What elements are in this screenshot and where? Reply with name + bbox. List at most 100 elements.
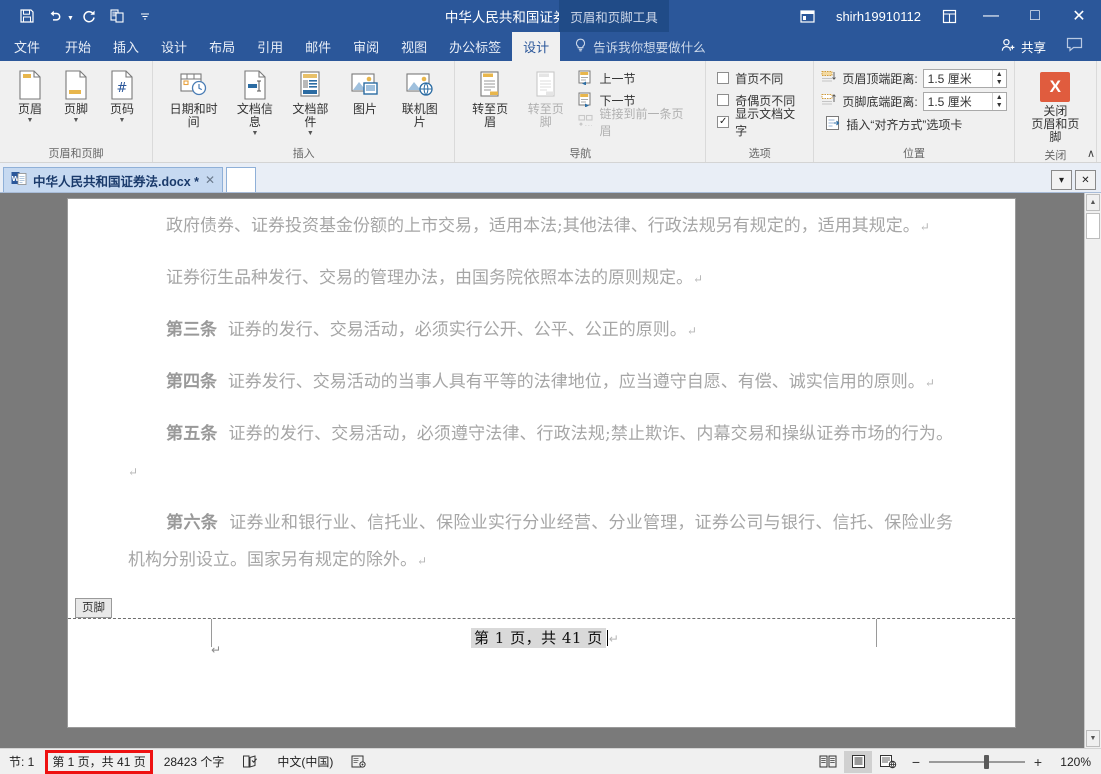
online-pictures-button[interactable]: 联机图片 (392, 65, 447, 133)
tab-file[interactable]: 文件 (0, 32, 55, 61)
header-button[interactable]: 页眉 ▼ (7, 65, 53, 129)
spin-up-icon[interactable]: ▲ (996, 94, 1003, 102)
document-tab-bar: W 中华人民共和国证券法.docx * ✕ ▾ ✕ (0, 163, 1101, 193)
header-from-top-spinner[interactable]: ▲ ▼ (991, 70, 1006, 87)
scroll-down-button[interactable]: ▼ (1086, 730, 1100, 747)
collapse-ribbon-icon[interactable]: ∧ (1087, 147, 1095, 160)
view-print-layout-button[interactable] (844, 750, 872, 773)
close-button[interactable]: ✕ (1057, 0, 1101, 32)
date-time-button[interactable]: 日期和时间 (160, 65, 227, 133)
chevron-down-icon[interactable]: ▼ (251, 130, 258, 138)
previous-section-icon (577, 69, 594, 88)
tab-design[interactable]: 设计 (150, 32, 198, 61)
document-info-icon (242, 69, 268, 101)
status-page-number[interactable]: 第 1 页，共 41 页 (43, 749, 154, 774)
chevron-down-icon[interactable]: ▼ (27, 117, 34, 125)
account-name[interactable]: shirh19910112 (828, 9, 929, 24)
close-red-x: X (1040, 72, 1071, 102)
document-tab[interactable]: W 中华人民共和国证券法.docx * ✕ (3, 167, 224, 192)
view-read-mode-button[interactable] (814, 751, 842, 773)
goto-header-button[interactable]: 转至页眉 (462, 65, 518, 133)
clipboard-icon[interactable] (104, 4, 130, 28)
zoom-in-button[interactable]: + (1032, 754, 1044, 770)
undo-icon[interactable] (42, 4, 68, 28)
tab-view[interactable]: 视图 (390, 32, 438, 61)
quick-parts-button[interactable]: 文档部件 ▼ (283, 65, 338, 142)
title-bar-right: shirh19910112 — □ ✕ (788, 0, 1101, 32)
footer-from-bottom-spinner[interactable]: ▲ ▼ (991, 93, 1006, 110)
zoom-level-label[interactable]: 120% (1051, 755, 1091, 769)
insert-alignment-tab-label: 插入“对齐方式”选项卡 (846, 117, 963, 132)
macro-record-icon[interactable] (342, 749, 375, 774)
spin-down-icon[interactable]: ▼ (996, 102, 1003, 110)
ribbon-tab-strip: 文件 开始 插入 设计 布局 引用 邮件 审阅 视图 办公标签 设计 告诉我你想… (0, 32, 1101, 61)
pictures-button[interactable]: 图片 (338, 65, 392, 120)
tab-references[interactable]: 引用 (246, 32, 294, 61)
tab-list-dropdown-button[interactable]: ▾ (1051, 170, 1072, 190)
document-tab-close-icon[interactable]: ✕ (205, 173, 215, 187)
status-language[interactable]: 中文(中国) (268, 749, 342, 774)
share-button[interactable]: 共享 (993, 37, 1054, 56)
footer-page-field[interactable]: 第 1 页，共 41 页 ↵ (471, 627, 619, 648)
different-first-page-checkbox[interactable]: 首页不同 (713, 67, 806, 89)
minimize-button[interactable]: — (969, 0, 1013, 32)
tab-mailings[interactable]: 邮件 (294, 32, 342, 61)
new-document-tab[interactable] (226, 167, 257, 192)
tab-bar-close-button[interactable]: ✕ (1075, 170, 1096, 190)
page-number-button[interactable]: # 页码 ▼ (99, 65, 145, 129)
spin-down-icon[interactable]: ▼ (996, 79, 1003, 87)
status-bar-right: − + 120% (814, 750, 1101, 773)
status-word-count[interactable]: 28423 个字 (155, 749, 234, 774)
ribbon-display-options-icon[interactable] (788, 0, 828, 32)
group-title-navigation: 导航 (569, 148, 592, 160)
close-x-icon: X (1040, 71, 1071, 103)
show-document-text-checkbox[interactable]: ✓ 显示文档文字 (713, 107, 806, 138)
footer-button-label: 页脚 (63, 102, 88, 116)
goto-footer-icon (533, 69, 559, 101)
customize-quick-access-icon[interactable] (132, 4, 158, 28)
paragraph-text: 政府债券、证券投资基金份额的上市交易，适用本法;其他法律、行政法规另有规定的，适… (166, 216, 920, 236)
zoom-slider[interactable] (929, 754, 1025, 770)
vertical-scrollbar[interactable]: ▲ ▼ (1084, 193, 1101, 748)
header-from-top-input[interactable]: 1.5 厘米 ▲ ▼ (922, 69, 1007, 88)
paragraph-text: 证券的发行、交易活动，必须遵守法律、行政法规;禁止欺诈、内幕交易和操纵证券市场的… (228, 424, 954, 444)
save-icon[interactable] (14, 4, 40, 28)
chevron-down-icon[interactable]: ▼ (73, 117, 80, 125)
document-body[interactable]: 政府债券、证券投资基金份额的上市交易，适用本法;其他法律、行政法规另有规定的，适… (68, 199, 1015, 580)
zoom-slider-thumb[interactable] (984, 754, 989, 769)
redo-icon[interactable] (76, 4, 102, 28)
tab-review[interactable]: 审阅 (342, 32, 390, 61)
scrollbar-thumb[interactable] (1086, 213, 1100, 239)
tab-office-tab[interactable]: 办公标签 (438, 32, 512, 61)
tab-insert[interactable]: 插入 (102, 32, 150, 61)
undo-dropdown-icon[interactable]: ▼ (67, 15, 74, 22)
view-web-layout-button[interactable] (874, 751, 902, 773)
header-button-label: 页眉 (17, 102, 42, 116)
zoom-out-button[interactable]: − (910, 754, 922, 770)
chevron-down-icon[interactable]: ▼ (119, 117, 126, 125)
footer-distance-icon (821, 93, 837, 111)
scroll-up-button[interactable]: ▲ (1086, 194, 1100, 211)
spin-up-icon[interactable]: ▲ (996, 71, 1003, 79)
online-picture-icon (405, 69, 435, 101)
maximize-button[interactable]: □ (1013, 0, 1057, 32)
insert-alignment-tab-button[interactable]: 插入“对齐方式”选项卡 (821, 113, 1006, 135)
footer-from-bottom-input[interactable]: 1.5 厘米 ▲ ▼ (922, 92, 1007, 111)
tab-layout[interactable]: 布局 (198, 32, 246, 61)
account-card-icon[interactable] (929, 0, 969, 32)
status-section[interactable]: 节: 1 (0, 749, 43, 774)
footer-button[interactable]: 页脚 ▼ (53, 65, 99, 129)
zoom-slider-track (929, 760, 1025, 763)
document-page[interactable]: 政府债券、证券投资基金份额的上市交易，适用本法;其他法律、行政法规另有规定的，适… (67, 198, 1016, 728)
zoom-controls: − + 120% (904, 754, 1091, 770)
chevron-down-icon[interactable]: ▼ (307, 130, 314, 138)
close-header-footer-button[interactable]: X 关闭 页眉和页脚 (1022, 65, 1089, 148)
comments-icon[interactable] (1058, 37, 1091, 57)
previous-section-label: 上一节 (599, 71, 636, 86)
previous-section-button[interactable]: 上一节 (573, 67, 698, 89)
tab-home[interactable]: 开始 (54, 32, 102, 61)
tab-header-footer-design[interactable]: 设计 (512, 32, 561, 61)
proofing-icon[interactable] (233, 749, 268, 774)
document-info-button[interactable]: 文档信息 ▼ (227, 65, 282, 142)
tell-me-box[interactable]: 告诉我你想要做什么 (560, 32, 716, 61)
